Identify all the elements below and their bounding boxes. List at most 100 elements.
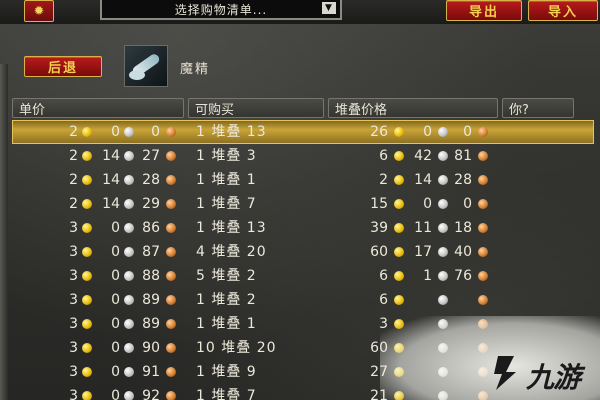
silver-coin-icon <box>438 247 448 257</box>
gold-coin-icon <box>394 127 404 137</box>
gold-coin-icon <box>394 271 404 281</box>
unit-price-gold: 3 <box>69 292 78 308</box>
table-row[interactable]: 3 0 86 1 堆叠 13 39 11 18 <box>12 216 594 240</box>
unit-price-silver: 0 <box>111 388 120 400</box>
copper-coin-icon <box>166 127 176 137</box>
chevron-down-icon[interactable]: ▼ <box>322 2 336 14</box>
copper-coin-icon <box>166 175 176 185</box>
dropdown-label: 选择购物清单... <box>174 2 268 17</box>
silver-coin-icon <box>124 319 134 329</box>
available-quantity: 1 堆叠 7 <box>196 388 257 400</box>
copper-coin-icon <box>166 319 176 329</box>
stack-price-copper: 81 <box>454 148 472 164</box>
column-header-available[interactable]: 可购买 <box>188 98 324 118</box>
table-row[interactable]: 2 14 27 1 堆叠 3 6 42 81 <box>12 144 594 168</box>
shopping-list-dropdown[interactable]: 选择购物清单... ▼ <box>100 0 342 20</box>
silver-coin-icon <box>124 343 134 353</box>
item-icon[interactable] <box>124 45 168 87</box>
gold-coin-icon <box>394 247 404 257</box>
copper-coin-icon <box>166 295 176 305</box>
silver-coin-icon <box>124 223 134 233</box>
copper-coin-icon <box>478 223 488 233</box>
unit-price-copper: 86 <box>142 220 160 236</box>
available-quantity: 1 堆叠 2 <box>196 292 257 308</box>
stack-price-copper: 40 <box>454 244 472 260</box>
unit-price-gold: 2 <box>69 172 78 188</box>
silver-coin-icon <box>124 295 134 305</box>
gold-coin-icon <box>394 199 404 209</box>
import-button[interactable]: 导入 <box>528 0 598 21</box>
unit-price-silver: 0 <box>111 268 120 284</box>
silver-coin-icon <box>124 247 134 257</box>
available-quantity: 10 堆叠 20 <box>196 340 277 356</box>
stack-price-silver: 0 <box>423 196 432 212</box>
available-quantity: 1 堆叠 13 <box>196 124 267 140</box>
stack-price-silver: 11 <box>414 220 432 236</box>
silver-coin-icon <box>438 127 448 137</box>
export-button[interactable]: 导出 <box>446 0 522 21</box>
unit-price-gold: 3 <box>69 364 78 380</box>
available-quantity: 1 堆叠 9 <box>196 364 257 380</box>
item-icon-shape <box>129 70 145 80</box>
table-row[interactable]: 3 0 88 5 堆叠 2 6 1 76 <box>12 264 594 288</box>
silver-coin-icon <box>124 175 134 185</box>
table-row[interactable]: 3 0 87 4 堆叠 20 60 17 40 <box>12 240 594 264</box>
gold-coin-icon <box>394 295 404 305</box>
gold-coin-icon <box>82 199 92 209</box>
gold-coin-icon <box>82 271 92 281</box>
unit-price-copper: 92 <box>142 388 160 400</box>
stack-price-gold: 2 <box>379 172 388 188</box>
unit-price-gold: 2 <box>69 148 78 164</box>
silver-coin-icon <box>124 271 134 281</box>
silver-coin-icon <box>124 391 134 400</box>
silver-coin-icon <box>438 199 448 209</box>
table-row[interactable]: 2 14 29 1 堆叠 7 15 0 0 <box>12 192 594 216</box>
column-header-you[interactable]: 你? <box>502 98 574 118</box>
gold-coin-icon <box>82 319 92 329</box>
unit-price-gold: 3 <box>69 316 78 332</box>
table-row[interactable]: 3 0 89 1 堆叠 2 6 <box>12 288 594 312</box>
stack-price-silver: 17 <box>414 244 432 260</box>
stack-price-copper <box>450 292 472 308</box>
unit-price-copper: 28 <box>142 172 160 188</box>
unit-price-copper: 89 <box>142 292 160 308</box>
silver-coin-icon <box>438 151 448 161</box>
available-quantity: 1 堆叠 1 <box>196 316 257 332</box>
gold-coin-icon <box>82 367 92 377</box>
unit-price-copper: 88 <box>142 268 160 284</box>
gear-button[interactable]: ✹ <box>24 0 54 22</box>
unit-price-silver: 0 <box>111 340 120 356</box>
stack-price-copper: 76 <box>454 268 472 284</box>
unit-price-gold: 3 <box>69 388 78 400</box>
unit-price-silver: 14 <box>102 172 120 188</box>
unit-price-silver: 0 <box>111 292 120 308</box>
stack-price-gold: 26 <box>370 124 388 140</box>
stack-price-copper: 18 <box>454 220 472 236</box>
unit-price-gold: 3 <box>69 268 78 284</box>
jiuyou-logo-icon <box>494 356 516 390</box>
table-row[interactable]: 2 0 0 1 堆叠 13 26 0 0 <box>12 120 594 144</box>
unit-price-gold: 2 <box>69 124 78 140</box>
stack-price-copper: 0 <box>463 124 472 140</box>
back-button[interactable]: 后退 <box>24 56 102 77</box>
item-name: 魔精 <box>180 62 211 77</box>
stack-price-gold: 6 <box>379 268 388 284</box>
stack-price-silver: 0 <box>423 124 432 140</box>
silver-coin-icon <box>124 199 134 209</box>
silver-coin-icon <box>124 151 134 161</box>
unit-price-copper: 87 <box>142 244 160 260</box>
unit-price-gold: 2 <box>69 196 78 212</box>
stack-price-gold: 6 <box>379 148 388 164</box>
unit-price-silver: 14 <box>102 196 120 212</box>
column-header-unit-price[interactable]: 单价 <box>12 98 184 118</box>
gold-coin-icon <box>394 151 404 161</box>
copper-coin-icon <box>478 247 488 257</box>
gold-coin-icon <box>394 175 404 185</box>
copper-coin-icon <box>166 343 176 353</box>
copper-coin-icon <box>166 247 176 257</box>
table-row[interactable]: 2 14 28 1 堆叠 1 2 14 28 <box>12 168 594 192</box>
column-header-stack-price[interactable]: 堆叠价格 <box>328 98 498 118</box>
watermark-text: 九游 <box>526 361 581 394</box>
stack-price-gold: 15 <box>370 196 388 212</box>
stack-price-silver: 1 <box>423 268 432 284</box>
